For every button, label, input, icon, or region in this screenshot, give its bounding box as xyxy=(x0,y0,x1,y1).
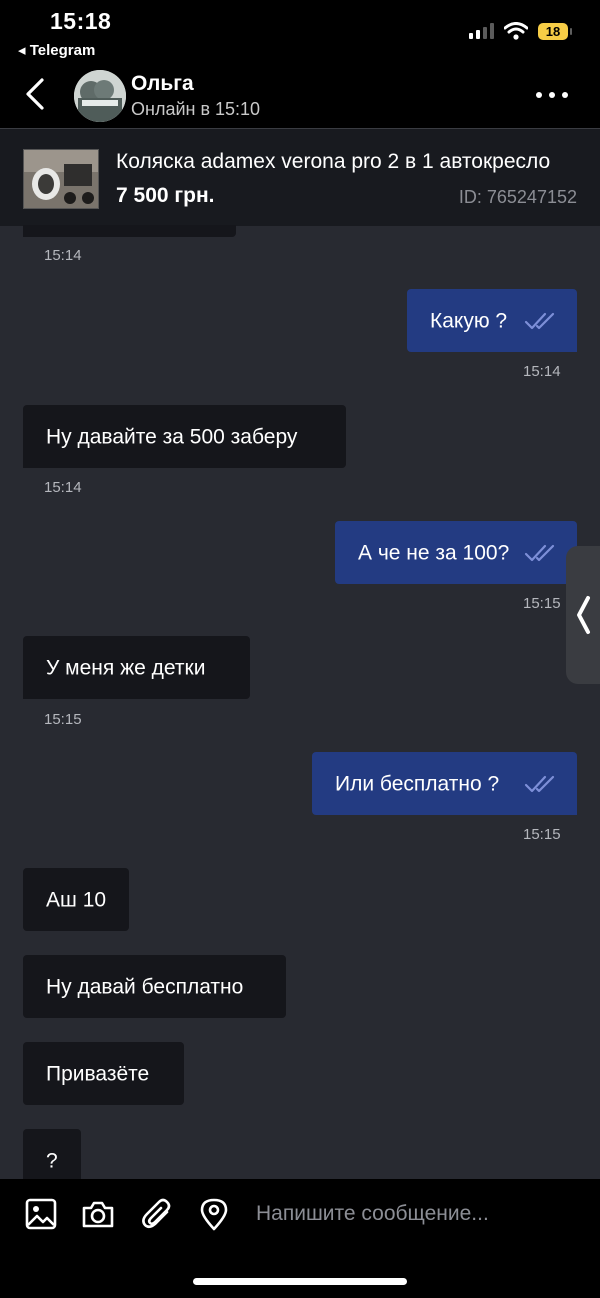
battery-indicator: 18 xyxy=(538,22,572,40)
message-incoming[interactable]: Привазёте xyxy=(23,1042,184,1105)
double-check-icon xyxy=(524,775,555,792)
back-to-app-link[interactable]: ◂ Telegram xyxy=(18,41,95,59)
message-composer: Напишите сообщение... xyxy=(0,1179,600,1298)
message-outgoing[interactable]: А че не за 100? xyxy=(335,521,577,584)
message-incoming[interactable]: Аш 10 xyxy=(23,868,129,931)
message-outgoing[interactable]: Или бесплатно ? xyxy=(312,752,577,815)
status-time: 15:18 xyxy=(50,8,112,34)
message-time: 15:14 xyxy=(44,247,82,264)
message-incoming[interactable]: Ну давайте за 500 заберу xyxy=(23,405,346,468)
contact-status: Онлайн в 15:10 xyxy=(131,99,261,119)
listing-id: ID: 765247152 xyxy=(458,187,577,207)
message-time: 15:15 xyxy=(44,711,82,728)
home-indicator[interactable] xyxy=(193,1278,407,1285)
top-bar: 15:18 ◂ Telegram 18 Ольга Онлайн в 15:10 xyxy=(0,0,600,128)
contact-name[interactable]: Ольга xyxy=(131,72,194,96)
paperclip-icon[interactable] xyxy=(140,1197,174,1231)
image-icon[interactable] xyxy=(24,1197,58,1231)
message-outgoing[interactable]: Какую ? xyxy=(407,289,577,352)
status-indicators: 18 xyxy=(469,22,572,40)
message-incoming[interactable]: У меня же детки xyxy=(23,636,250,699)
listing-thumbnail[interactable] xyxy=(23,149,99,209)
wifi-icon xyxy=(504,22,528,40)
chevron-left-icon[interactable] xyxy=(20,76,54,112)
camera-icon[interactable] xyxy=(81,1197,115,1231)
listing-bar[interactable]: Коляска adamex verona pro 2 в 1 автокрес… xyxy=(0,128,600,226)
message-time: 15:15 xyxy=(523,595,561,612)
location-icon[interactable] xyxy=(197,1197,231,1231)
double-check-icon xyxy=(524,312,555,329)
double-check-icon xyxy=(524,544,555,561)
message-time: 15:14 xyxy=(523,363,561,380)
listing-price: 7 500 грн. xyxy=(116,184,215,207)
chevron-left-icon xyxy=(577,596,590,634)
message-time: 15:15 xyxy=(523,826,561,843)
message-input[interactable]: Напишите сообщение... xyxy=(256,1196,576,1232)
more-icon[interactable] xyxy=(536,92,568,100)
side-drawer-handle[interactable] xyxy=(566,546,600,684)
avatar[interactable] xyxy=(74,70,126,122)
message-incoming[interactable] xyxy=(23,225,236,237)
chat-area[interactable]: 15:14 Какую ? 15:14 Ну давайте за 500 за… xyxy=(0,225,600,1179)
message-time: 15:14 xyxy=(44,479,82,496)
message-incoming[interactable]: Ну давай бесплатно xyxy=(23,955,286,1018)
message-incoming[interactable]: ? xyxy=(23,1129,81,1179)
listing-title: Коляска adamex verona pro 2 в 1 автокрес… xyxy=(116,150,551,173)
signal-icon xyxy=(469,23,494,39)
